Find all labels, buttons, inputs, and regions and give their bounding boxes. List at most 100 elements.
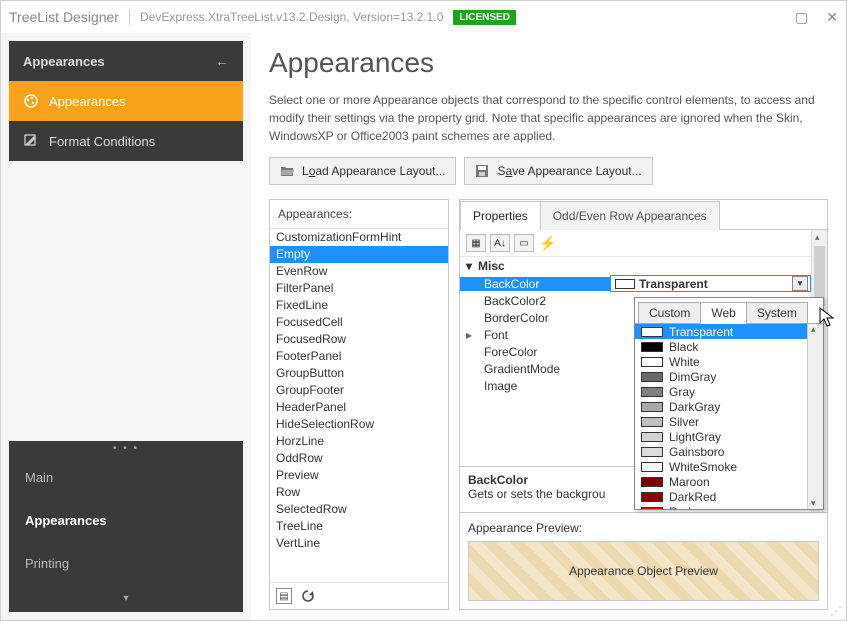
color-option[interactable]: White	[635, 354, 807, 369]
color-swatch	[641, 432, 663, 442]
color-list[interactable]: TransparentBlackWhiteDimGrayGrayDarkGray…	[635, 324, 807, 509]
collapse-icon[interactable]: ▾	[466, 259, 472, 273]
titlebar: TreeList Designer DevExpress.XtraTreeLis…	[1, 1, 846, 33]
sidebar-bottom: Main Appearances Printing ▾	[9, 456, 243, 612]
color-option[interactable]: DarkGray	[635, 399, 807, 414]
color-name: WhiteSmoke	[669, 460, 737, 474]
list-item[interactable]: HorzLine	[270, 433, 448, 450]
color-option[interactable]: Gray	[635, 384, 807, 399]
list-item[interactable]: GroupButton	[270, 365, 448, 382]
list-item[interactable]: FocusedCell	[270, 314, 448, 331]
close-button[interactable]: ✕	[826, 9, 838, 26]
sidebar-drag-handle[interactable]: • • •	[9, 441, 243, 456]
list-item[interactable]: TreeLine	[270, 518, 448, 535]
color-option[interactable]: Red	[635, 504, 807, 509]
list-item[interactable]: Preview	[270, 467, 448, 484]
select-all-button[interactable]: ▤	[276, 588, 292, 604]
nav-printing[interactable]: Printing	[9, 542, 243, 585]
color-option[interactable]: Transparent	[635, 324, 807, 339]
sidebar-item-label: Appearances	[49, 94, 126, 109]
color-swatch	[641, 492, 663, 502]
list-item[interactable]: FooterPanel	[270, 348, 448, 365]
color-list-body: TransparentBlackWhiteDimGrayGrayDarkGray…	[635, 324, 823, 509]
list-item[interactable]: VertLine	[270, 535, 448, 552]
color-tab-web[interactable]: Web	[700, 302, 746, 324]
appearance-list-panel: Appearances: CustomizationFormHintEmptyE…	[269, 199, 449, 610]
property-pages-button[interactable]: ▭	[514, 234, 534, 252]
nav-main[interactable]: Main	[9, 456, 243, 499]
nav-expand-icon[interactable]: ▾	[9, 585, 243, 612]
list-item[interactable]: FixedLine	[270, 297, 448, 314]
maximize-button[interactable]: ▢	[795, 9, 808, 26]
color-name: Black	[669, 340, 698, 354]
color-picker-popup: Custom Web System TransparentBlackWhiteD…	[634, 297, 824, 510]
color-option[interactable]: WhiteSmoke	[635, 459, 807, 474]
save-icon	[475, 164, 489, 178]
dropdown-button[interactable]: ▾	[792, 276, 808, 291]
list-item[interactable]: CustomizationFormHint	[270, 229, 448, 246]
edit-icon	[23, 133, 39, 149]
color-option[interactable]: Black	[635, 339, 807, 354]
color-name: Gray	[669, 385, 695, 399]
color-picker-tabs: Custom Web System	[635, 298, 823, 324]
body: Appearances ← Appearances Format Conditi…	[1, 33, 846, 620]
list-item[interactable]: GroupFooter	[270, 382, 448, 399]
color-swatch	[641, 477, 663, 487]
color-tab-custom[interactable]: Custom	[638, 302, 701, 324]
tab-properties[interactable]: Properties	[460, 201, 541, 230]
color-swatch	[641, 447, 663, 457]
alphabetical-button[interactable]: A↓	[490, 234, 510, 252]
main-content: Appearances Select one or more Appearanc…	[251, 33, 846, 620]
resize-grip[interactable]: ⋰	[830, 604, 842, 618]
list-item[interactable]: SelectedRow	[270, 501, 448, 518]
appearance-preview: Appearance Object Preview	[468, 541, 819, 601]
color-option[interactable]: Gainsboro	[635, 444, 807, 459]
appearance-list[interactable]: CustomizationFormHintEmptyEvenRowFilterP…	[270, 229, 448, 582]
list-item[interactable]: HeaderPanel	[270, 399, 448, 416]
list-item[interactable]: EvenRow	[270, 263, 448, 280]
color-option[interactable]: Silver	[635, 414, 807, 429]
color-option[interactable]: DimGray	[635, 369, 807, 384]
color-tab-system[interactable]: System	[746, 302, 808, 324]
list-item[interactable]: FocusedRow	[270, 331, 448, 348]
list-item[interactable]: Empty	[270, 246, 448, 263]
color-swatch	[641, 462, 663, 472]
sidebar-header: Appearances ←	[9, 41, 243, 81]
palette-icon	[23, 93, 39, 109]
events-button[interactable]: ⚡	[538, 234, 558, 252]
sidebar-item-format-conditions[interactable]: Format Conditions	[9, 121, 243, 161]
tab-odd-even[interactable]: Odd/Even Row Appearances	[540, 201, 720, 230]
color-swatch	[641, 357, 663, 367]
list-item[interactable]: HideSelectionRow	[270, 416, 448, 433]
license-badge: LICENSED	[453, 10, 516, 25]
property-tabs: Properties Odd/Even Row Appearances	[460, 200, 827, 230]
property-row[interactable]: BackColorTransparent▾	[460, 275, 811, 292]
folder-open-icon	[280, 164, 294, 178]
category-row[interactable]: ▾ Misc	[460, 257, 811, 275]
refresh-button[interactable]	[300, 588, 316, 604]
color-option[interactable]: LightGray	[635, 429, 807, 444]
list-item[interactable]: Row	[270, 484, 448, 501]
save-layout-button[interactable]: Save Appearance Layout...	[464, 157, 652, 185]
color-name: LightGray	[669, 430, 721, 444]
color-name: Silver	[669, 415, 699, 429]
load-layout-button[interactable]: Load Appearance Layout...	[269, 157, 456, 185]
color-name: Maroon	[669, 475, 710, 489]
list-item[interactable]: OddRow	[270, 450, 448, 467]
color-option[interactable]: Maroon	[635, 474, 807, 489]
designer-window: TreeList Designer DevExpress.XtraTreeLis…	[0, 0, 847, 621]
nav-appearances[interactable]: Appearances	[9, 499, 243, 542]
collapse-icon[interactable]: ←	[215, 53, 229, 69]
color-name: White	[669, 355, 700, 369]
color-swatch	[641, 342, 663, 352]
color-option[interactable]: DarkRed	[635, 489, 807, 504]
color-name: Gainsboro	[669, 445, 724, 459]
property-area: ▦ A↓ ▭ ⚡ ▾ Misc BackColorTransparent▾Bac…	[460, 230, 827, 512]
color-name: DarkRed	[669, 490, 716, 504]
categorized-button[interactable]: ▦	[466, 234, 486, 252]
sidebar-item-appearances[interactable]: Appearances	[9, 81, 243, 121]
list-item[interactable]: FilterPanel	[270, 280, 448, 297]
color-swatch	[641, 507, 663, 510]
property-panel: Properties Odd/Even Row Appearances ▦ A↓…	[459, 199, 828, 610]
color-list-scrollbar[interactable]	[807, 324, 823, 509]
